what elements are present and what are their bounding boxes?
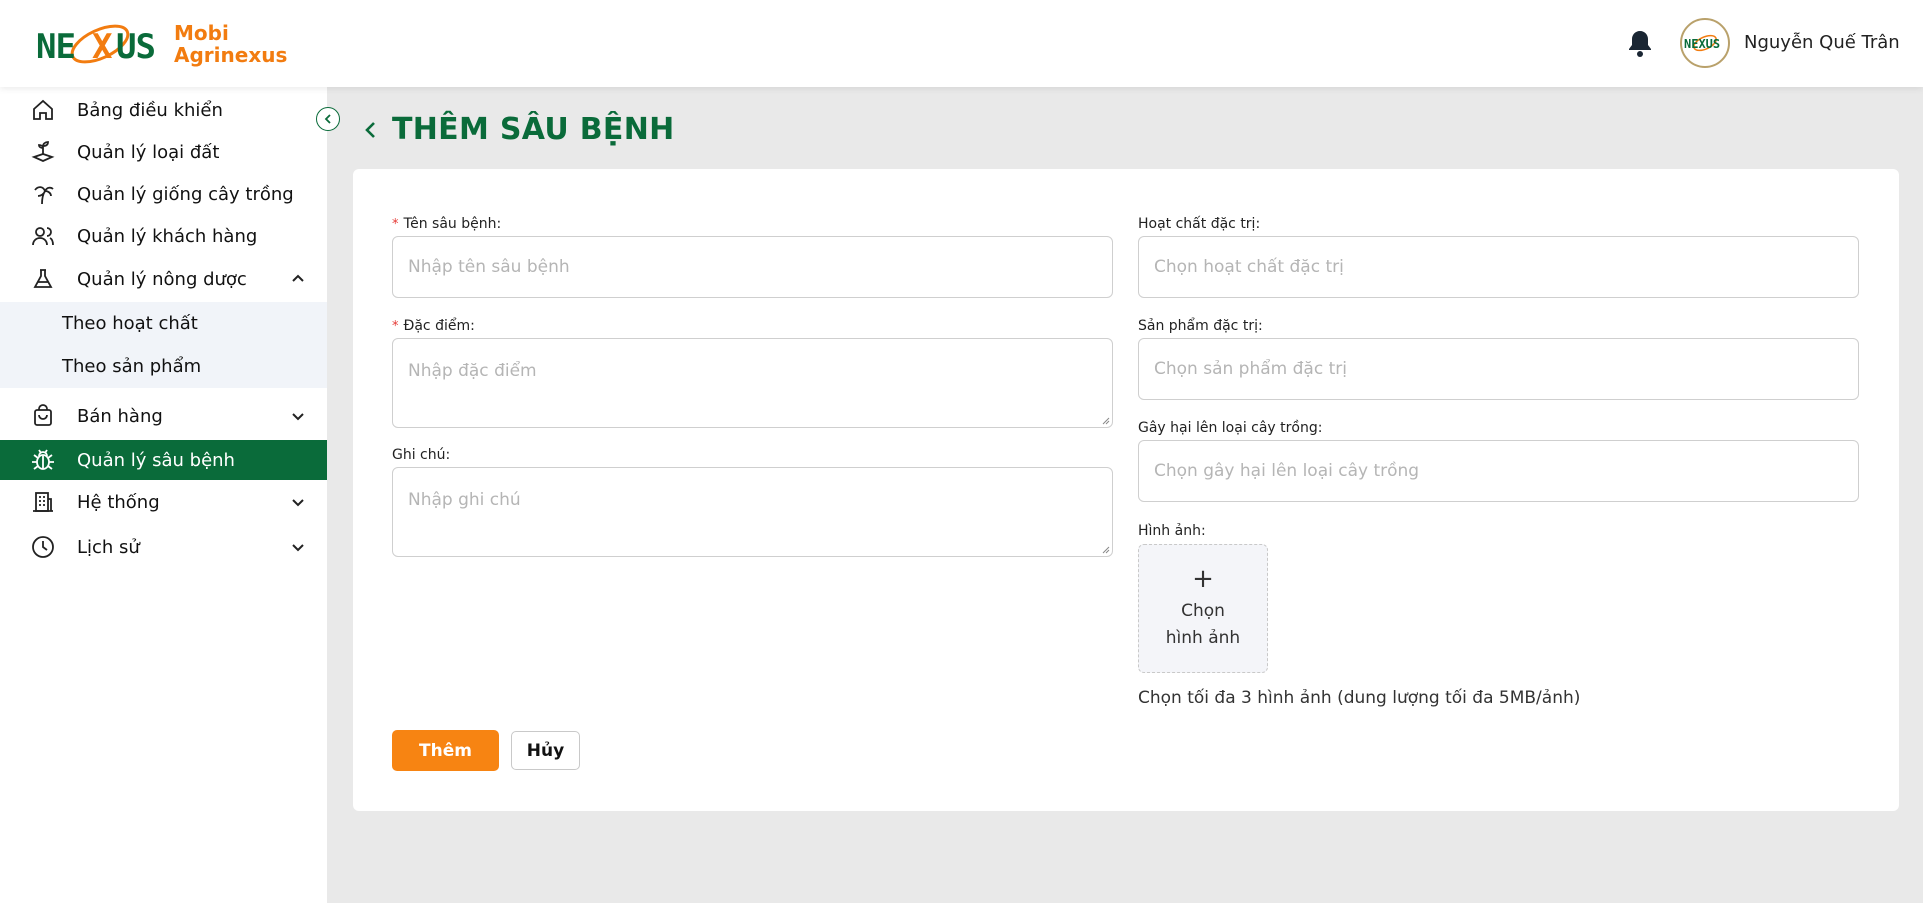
notification-bell-icon[interactable] <box>1627 29 1653 57</box>
note-label: Ghi chú: <box>392 447 451 463</box>
sidebar-item-dashboard[interactable]: Bảng điều khiển <box>0 90 327 130</box>
sidebar-item-label: Hệ thống <box>77 491 160 513</box>
active-ingredient-select[interactable]: Chọn hoạt chất đặc trị <box>1138 236 1859 298</box>
page-title: THÊM SÂU BỆNH <box>392 112 675 147</box>
sidebar-item-label: Bán hàng <box>77 405 163 427</box>
sidebar-item-label: Quản lý giống cây trồng <box>77 183 294 205</box>
crop-placeholder: Chọn gây hại lên loại cây trồng <box>1154 461 1420 481</box>
sidebar-item-label: Quản lý khách hàng <box>77 225 258 247</box>
feature-label: * Đặc điểm: <box>392 318 475 334</box>
nexus-logo-icon: NE X US <box>36 14 164 74</box>
sidebar-item-label: Quản lý loại đất <box>77 141 220 163</box>
brand-line-2: Agrinexus <box>174 43 288 67</box>
cancel-button[interactable]: Hủy <box>511 731 580 770</box>
top-header: NE X US Mobi Agrinexus NEXUS Nguyễn Quế … <box>0 0 1923 87</box>
sidebar-item-label: Quản lý sâu bệnh <box>77 449 235 471</box>
bug-icon <box>30 447 56 473</box>
feature-textarea[interactable]: Nhập đặc điểm <box>392 338 1113 428</box>
sidebar-item-system[interactable]: Hệ thống <box>0 482 327 522</box>
chevron-left-icon <box>324 114 331 124</box>
submenu-item-by-product[interactable]: Theo sản phẩm <box>0 345 327 387</box>
product-select[interactable]: Chọn sản phẩm đặc trị <box>1138 338 1859 400</box>
pest-name-label-text: Tên sâu bệnh: <box>403 216 502 232</box>
svg-text:NE: NE <box>36 27 75 67</box>
flask-icon <box>30 266 56 292</box>
sidebar-item-sales[interactable]: Bán hàng <box>0 396 327 436</box>
feature-label-text: Đặc điểm: <box>403 318 475 334</box>
soil-icon <box>30 139 56 165</box>
feature-placeholder: Nhập đặc điểm <box>408 361 537 381</box>
plus-icon: + <box>1192 563 1214 594</box>
required-marker: * <box>392 217 399 232</box>
sidebar-item-history[interactable]: Lịch sử <box>0 527 327 567</box>
pesticide-submenu: Theo hoạt chất Theo sản phẩm <box>0 302 327 388</box>
sidebar-item-crop-varieties[interactable]: Quản lý giống cây trồng <box>0 174 327 214</box>
sidebar: Bảng điều khiển Quản lý loại đất Quản lý… <box>0 87 327 903</box>
add-button[interactable]: Thêm <box>392 730 499 771</box>
history-icon <box>30 534 56 560</box>
avatar-text: NEXUS <box>1684 37 1720 51</box>
product-placeholder: Chọn sản phẩm đặc trị <box>1154 359 1347 379</box>
svg-text:X: X <box>92 27 113 67</box>
user-avatar[interactable]: NEXUS <box>1680 18 1730 68</box>
note-textarea[interactable]: Nhập ghi chú <box>392 467 1113 557</box>
image-upload-button[interactable]: + Chọn hình ảnh <box>1138 544 1268 673</box>
chevron-down-icon <box>290 494 306 510</box>
palm-tree-icon <box>30 181 56 207</box>
submenu-item-label: Theo sản phẩm <box>62 355 202 377</box>
active-ingredient-placeholder: Chọn hoạt chất đặc trị <box>1154 257 1344 277</box>
svg-text:US: US <box>116 27 155 67</box>
users-icon <box>30 223 56 249</box>
brand-line-1: Mobi <box>174 21 229 45</box>
sidebar-item-label: Quản lý nông dược <box>77 268 247 290</box>
crop-select[interactable]: Chọn gây hại lên loại cây trồng <box>1138 440 1859 502</box>
page-header: THÊM SÂU BỆNH <box>360 112 675 147</box>
app-logo[interactable]: NE X US Mobi Agrinexus <box>36 14 287 74</box>
sidebar-item-customers[interactable]: Quản lý khách hàng <box>0 216 327 256</box>
note-placeholder: Nhập ghi chú <box>408 490 521 510</box>
pest-name-placeholder: Nhập tên sâu bệnh <box>408 257 570 277</box>
sidebar-item-label: Bảng điều khiển <box>77 99 223 121</box>
sidebar-collapse-button[interactable] <box>316 107 340 131</box>
submenu-item-by-ingredient[interactable]: Theo hoạt chất <box>0 302 327 344</box>
image-upload-hint: Chọn tối đa 3 hình ảnh (dung lượng tối đ… <box>1138 688 1581 708</box>
crop-label: Gây hại lên loại cây trồng: <box>1138 420 1323 436</box>
upload-label-line-2: hình ảnh <box>1165 627 1241 648</box>
back-arrow-icon[interactable] <box>360 119 382 141</box>
active-ingredient-label: Hoạt chất đặc trị: <box>1138 216 1261 232</box>
sidebar-item-label: Lịch sử <box>77 536 140 558</box>
image-label: Hình ảnh: <box>1138 523 1206 539</box>
sidebar-item-soil[interactable]: Quản lý loại đất <box>0 132 327 172</box>
submenu-item-label: Theo hoạt chất <box>62 312 198 334</box>
building-icon <box>30 489 56 515</box>
chevron-down-icon <box>290 539 306 555</box>
sidebar-item-pesticides[interactable]: Quản lý nông dược <box>0 259 327 299</box>
sidebar-item-pest-management[interactable]: Quản lý sâu bệnh <box>0 440 327 480</box>
required-marker: * <box>392 319 399 334</box>
pest-name-input[interactable]: Nhập tên sâu bệnh <box>392 236 1113 298</box>
product-label: Sản phẩm đặc trị: <box>1138 318 1263 334</box>
resize-handle-icon[interactable] <box>1100 415 1110 425</box>
upload-label-line-1: Chọn <box>1181 600 1225 621</box>
user-name[interactable]: Nguyễn Quế Trân <box>1744 32 1900 53</box>
pest-name-label: * Tên sâu bệnh: <box>392 216 501 232</box>
chevron-up-icon <box>290 271 306 287</box>
resize-handle-icon[interactable] <box>1100 544 1110 554</box>
shopping-bag-icon <box>30 403 56 429</box>
chevron-down-icon <box>290 408 306 424</box>
brand-name: Mobi Agrinexus <box>174 22 287 66</box>
home-icon <box>30 97 56 123</box>
